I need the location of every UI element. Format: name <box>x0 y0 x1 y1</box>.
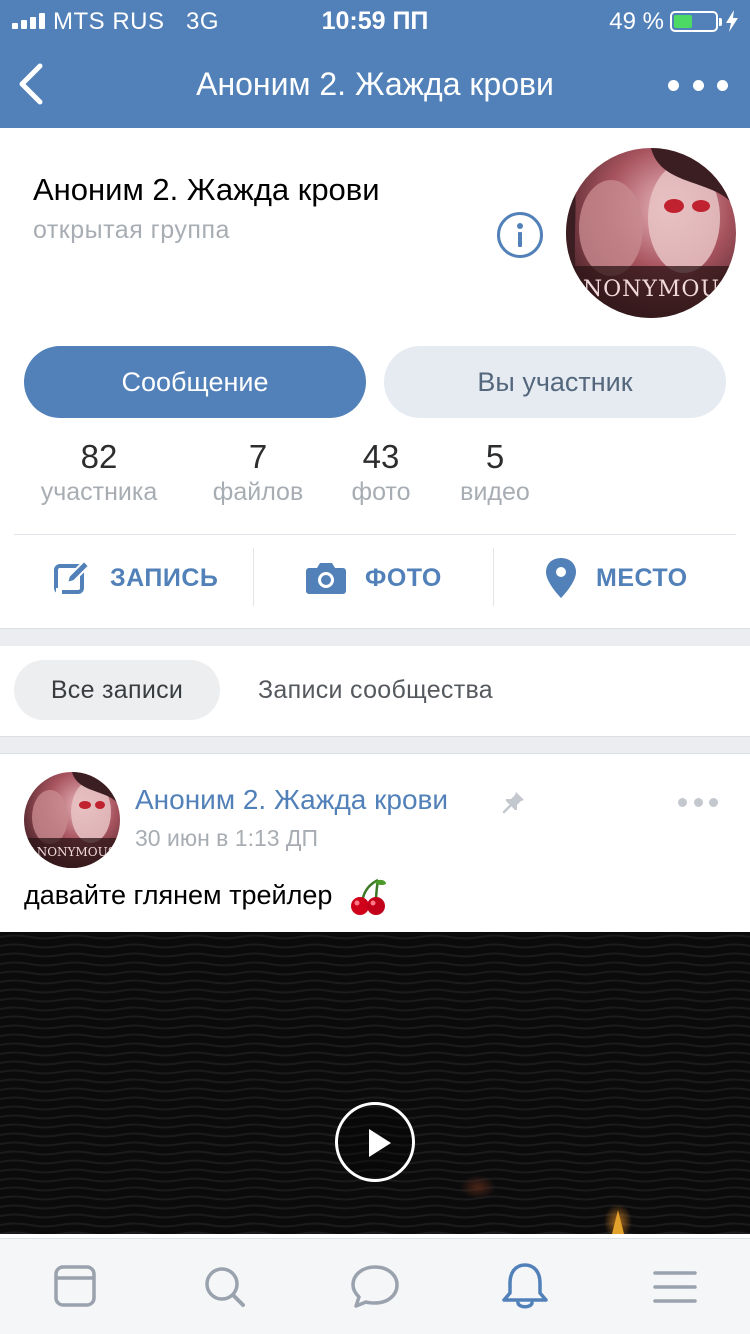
group-avatar[interactable]: ANONYMOUS <box>566 148 736 318</box>
quick-actions: ЗАПИСЬ ФОТО МЕСТО <box>0 548 750 608</box>
section-gap <box>0 736 750 754</box>
photo-label: ФОТО <box>365 563 442 592</box>
post-avatar-logo-text: ANONYMOUS <box>27 845 116 859</box>
info-icon[interactable] <box>497 212 543 258</box>
location-pin-icon <box>546 558 576 598</box>
counter-videos-label: видео <box>460 478 530 506</box>
post-date: 30 июн в 1:13 ДП <box>135 825 319 851</box>
counter-members[interactable]: 82 участника <box>30 438 168 507</box>
post-author-avatar[interactable]: ANONYMOUS <box>24 772 120 868</box>
navigation-bar: Аноним 2. Жажда крови <box>0 40 750 128</box>
group-name: Аноним 2. Жажда крови <box>33 172 380 207</box>
status-bar: MTS RUS 3G 10:59 ПП 49 % <box>0 0 750 40</box>
post-more-icon[interactable] <box>678 798 718 810</box>
post-text-container: давайте глянем трейлер <box>24 878 388 916</box>
counter-files-value: 7 <box>248 438 268 475</box>
counter-members-value: 82 <box>80 438 118 475</box>
battery-icon <box>670 11 722 32</box>
counter-photos[interactable]: 43 фото <box>342 438 420 507</box>
place-label: МЕСТО <box>596 563 688 592</box>
group-counters: 82 участника 7 файлов 43 фото 5 видео <box>0 438 750 518</box>
tab-all-posts[interactable]: Все записи <box>14 660 220 720</box>
counter-photos-value: 43 <box>362 438 400 475</box>
battery-percent: 49 % <box>609 8 664 35</box>
play-button[interactable] <box>335 1102 415 1182</box>
post-author-name[interactable]: Аноним 2. Жажда крови <box>135 784 448 816</box>
counter-videos-value: 5 <box>485 438 505 475</box>
pin-icon <box>502 792 524 814</box>
video-player[interactable] <box>0 932 750 1234</box>
avatar-logo-text: ANONYMOUS <box>566 277 736 302</box>
counter-photos-label: фото <box>351 478 411 506</box>
action-separator <box>253 548 254 606</box>
more-options-icon[interactable] <box>668 70 728 100</box>
wall-post: ANONYMOUS Аноним 2. Жажда крови 30 июн в… <box>0 754 750 1234</box>
post-text: давайте глянем трейлер <box>24 880 333 911</box>
messages-icon[interactable] <box>347 1261 403 1313</box>
news-icon[interactable] <box>47 1261 103 1313</box>
place-action[interactable]: МЕСТО <box>544 548 688 608</box>
edit-icon <box>54 559 91 594</box>
bottom-tab-bar <box>0 1238 750 1334</box>
group-header: Аноним 2. Жажда крови открытая группа AN… <box>0 128 750 628</box>
new-post-label: ЗАПИСЬ <box>110 563 219 592</box>
counter-files[interactable]: 7 файлов <box>206 438 310 507</box>
camera-icon <box>306 563 346 594</box>
message-button[interactable]: Сообщение <box>24 346 366 418</box>
counter-videos[interactable]: 5 видео <box>450 438 540 507</box>
tab-community-posts[interactable]: Записи сообщества <box>258 660 493 720</box>
new-post-action[interactable]: ЗАПИСЬ <box>52 548 218 608</box>
counter-files-label: файлов <box>212 478 304 506</box>
section-gap <box>0 628 750 646</box>
nav-title: Аноним 2. Жажда крови <box>196 66 554 102</box>
feed-tabs: Все записи Записи сообщества <box>0 646 750 736</box>
action-separator <box>493 548 494 606</box>
notifications-icon[interactable] <box>497 1261 553 1313</box>
video-thumbnail <box>0 932 750 1234</box>
search-icon[interactable] <box>197 1261 253 1313</box>
group-type: открытая группа <box>33 216 230 244</box>
cherry-icon <box>350 878 386 915</box>
top-bar: MTS RUS 3G 10:59 ПП 49 % Аноним 2. Жажда… <box>0 0 750 128</box>
member-status-button[interactable]: Вы участник <box>384 346 726 418</box>
photo-action[interactable]: ФОТО <box>305 548 442 608</box>
menu-icon[interactable] <box>647 1261 703 1313</box>
counter-members-label: участника <box>40 478 158 506</box>
charging-bolt-icon <box>726 10 738 32</box>
divider <box>14 534 736 535</box>
